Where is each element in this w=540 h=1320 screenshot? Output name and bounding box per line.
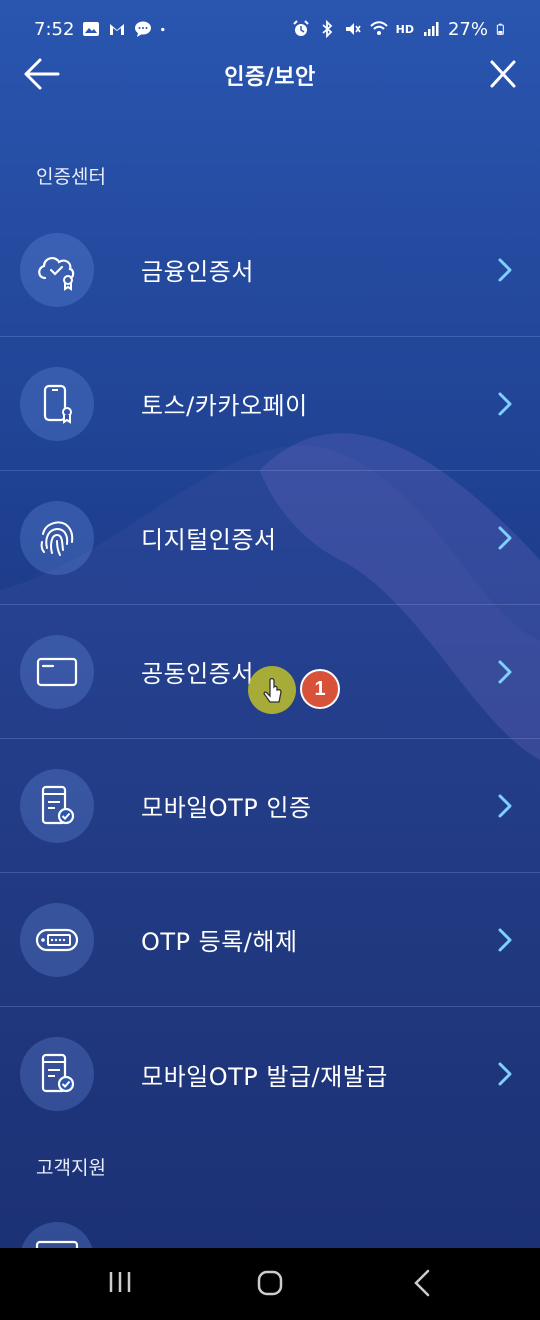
chevron-right-icon (498, 928, 512, 951)
system-nav-bar (0, 1248, 540, 1320)
menu-item-label: 공동인증서 (141, 660, 254, 688)
partial-menu-item-icon[interactable] (20, 1222, 94, 1248)
menu-item-label: 금융인증서 (141, 258, 254, 286)
item-icon-bg (20, 501, 94, 575)
menu-item-label: 디지털인증서 (141, 526, 277, 554)
battery-icon (496, 23, 504, 35)
chevron-right-icon (498, 392, 512, 415)
hd-voice-label: HD (395, 22, 414, 36)
menu-item-label: OTP 등록/해제 (141, 928, 298, 956)
mobile-otp-check-icon (41, 1053, 75, 1093)
item-icon-bg (20, 769, 94, 843)
chat-icon (135, 21, 152, 37)
menu-item-mobile-otp-auth[interactable]: 모바일OTP 인증 (0, 739, 540, 873)
home-icon[interactable] (255, 1268, 285, 1298)
gmail-icon (110, 24, 125, 35)
screen: 7:52 HD 27% 인증/보안 인증센터 금융인증서 토스/카카오페이 디지… (0, 0, 540, 1248)
item-icon-bg (20, 367, 94, 441)
close-icon[interactable] (488, 56, 518, 92)
item-icon-bg (20, 1037, 94, 1111)
photo-icon (83, 22, 100, 36)
menu-item-label: 모바일OTP 인증 (141, 794, 312, 822)
card-icon (35, 1240, 79, 1248)
recent-apps-icon[interactable] (106, 1268, 134, 1296)
menu-item-digital-certificate[interactable]: 디지털인증서 (0, 471, 540, 605)
phone-certificate-icon (43, 384, 72, 424)
nav-back-icon[interactable] (410, 1268, 434, 1298)
menu-item-toss-kakaopay[interactable]: 토스/카카오페이 (0, 337, 540, 471)
card-icon (36, 657, 78, 687)
mobile-otp-check-icon (41, 785, 75, 825)
app-bar: 인증/보안 (0, 42, 540, 108)
fingerprint-icon (40, 521, 74, 556)
battery-percent: 27% (447, 18, 488, 40)
mute-icon (345, 23, 361, 35)
chevron-right-icon (498, 258, 512, 281)
alarm-icon (292, 20, 309, 36)
tap-indicator (248, 666, 296, 714)
bluetooth-icon (322, 20, 332, 38)
menu-item-mobile-otp-issue[interactable]: 모바일OTP 발급/재발급 (0, 1007, 540, 1141)
chevron-right-icon (498, 794, 512, 817)
page-title: 인증/보안 (224, 65, 316, 90)
chevron-right-icon (498, 660, 512, 683)
chevron-right-icon (498, 526, 512, 549)
signal-icon (423, 22, 439, 36)
hand-pointer-icon (263, 677, 282, 703)
item-icon-bg (20, 233, 94, 307)
section-title-auth-center: 인증센터 (36, 166, 106, 188)
step-badge: 1 (300, 669, 340, 709)
menu-item-label: 모바일OTP 발급/재발급 (141, 1062, 388, 1091)
chevron-right-icon (498, 1062, 512, 1086)
cloud-certificate-icon (38, 256, 75, 291)
wifi-icon (369, 21, 388, 35)
status-time: 7:52 (34, 18, 75, 40)
menu-item-otp-register[interactable]: OTP 등록/해제 (0, 873, 540, 1007)
item-icon-bg (20, 635, 94, 709)
dot-icon (161, 27, 165, 32)
otp-token-icon (35, 928, 79, 952)
menu-item-label: 토스/카카오페이 (141, 392, 308, 420)
back-arrow-icon[interactable] (22, 56, 62, 92)
menu-item-financial-certificate[interactable]: 금융인증서 (0, 203, 540, 337)
item-icon-bg (20, 903, 94, 977)
section-title-customer-support: 고객지원 (36, 1157, 106, 1179)
